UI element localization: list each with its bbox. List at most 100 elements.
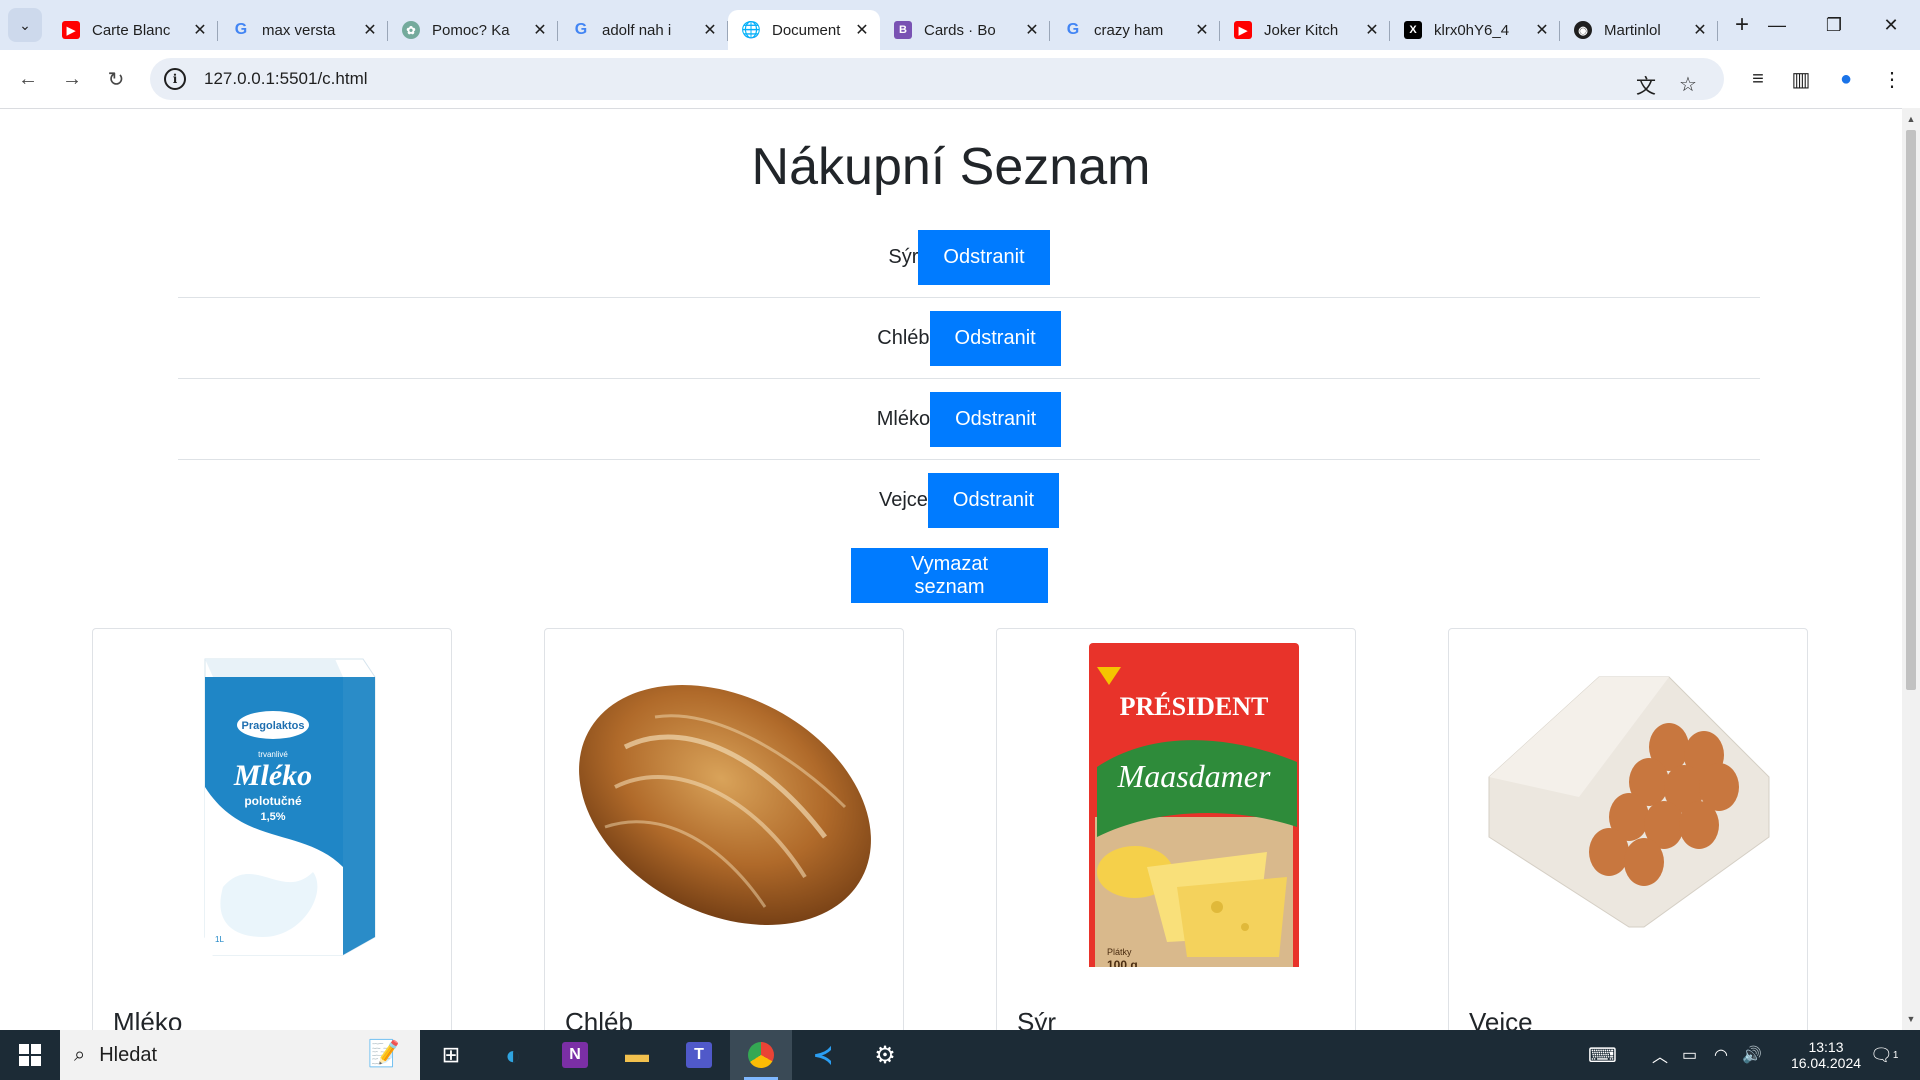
site-info-icon[interactable]: i (164, 68, 186, 90)
tab-strip: ⌄ ▶ Carte Blanc ✕ Gmax versta ✕ ✿ Pomoc? Ka ✕… (0, 0, 1920, 50)
search-highlight-icon: 📝 (367, 1038, 400, 1068)
svg-text:Maasdamer: Maasdamer (1117, 758, 1271, 794)
close-tab-icon[interactable]: ✕ (532, 20, 548, 40)
svg-text:Plátky: Plátky (1107, 947, 1132, 957)
battery-icon[interactable]: ▭ (1682, 1030, 1697, 1080)
minimize-icon: — (1768, 14, 1786, 35)
chevron-up-icon[interactable]: ︿ (1652, 1030, 1668, 1080)
globe-icon: 🌐 (741, 22, 761, 39)
remove-button[interactable]: Odstranit (927, 473, 1060, 528)
tab[interactable]: ▶ Joker Kitch ✕ (1220, 10, 1390, 50)
minimize-button[interactable]: — (1748, 0, 1806, 50)
close-tab-icon[interactable]: ✕ (1364, 20, 1380, 40)
start-button[interactable] (0, 1030, 60, 1080)
clock-time: 13:13 (1808, 1039, 1844, 1055)
wifi-icon[interactable]: ◠ (1714, 1030, 1728, 1080)
close-tab-icon[interactable]: ✕ (702, 20, 718, 40)
item-name: Chléb (877, 326, 930, 349)
taskbar-search[interactable]: ⌕ Hledat 📝 (60, 1030, 420, 1080)
side-panel-icon[interactable]: ▥ (1783, 61, 1819, 97)
page-viewport: Nákupní Seznam Sýr Odstranit Chléb Odstr… (0, 108, 1902, 1030)
svg-text:Pragolaktos: Pragolaktos (242, 720, 305, 732)
close-tab-icon[interactable]: ✕ (1024, 20, 1040, 40)
teams-icon: T (686, 1042, 712, 1068)
google-icon: G (234, 21, 248, 38)
taskbar-vscode[interactable]: ≺ (792, 1030, 854, 1080)
card-title: Vejce (1469, 1007, 1533, 1030)
profile-avatar-icon[interactable]: ● (1828, 61, 1864, 97)
restore-button[interactable]: ❐ (1805, 0, 1863, 50)
taskbar-settings[interactable]: ⚙ (854, 1030, 916, 1080)
notification-icon[interactable]: 🗨 1 (1870, 1030, 1898, 1080)
url-text[interactable]: 127.0.0.1:5501/c.html (204, 69, 368, 89)
scroll-down-icon[interactable]: ▼ (1902, 1010, 1920, 1028)
tab-title: Martinlol (1604, 21, 1661, 39)
tab[interactable]: Gmax versta ✕ (218, 10, 388, 50)
scroll-up-icon[interactable]: ▲ (1902, 110, 1920, 128)
taskbar-explorer[interactable]: ▬ (606, 1030, 668, 1080)
address-bar[interactable]: i 127.0.0.1:5501/c.html 文 ☆ (150, 58, 1724, 100)
forward-button[interactable]: → (54, 61, 90, 97)
menu-kebab-icon[interactable]: ⋮ (1874, 61, 1910, 97)
tab-title: klrx0hY6_4 (1434, 21, 1510, 39)
remove-button[interactable]: Odstranit (930, 391, 1062, 447)
svg-text:1L: 1L (215, 935, 224, 944)
close-tab-icon[interactable]: ✕ (1194, 20, 1210, 40)
bookmark-star-icon[interactable]: ☆ (1670, 66, 1706, 102)
youtube-icon: ▶ (62, 21, 80, 39)
tab-search-button[interactable]: ⌄ (8, 8, 42, 42)
bootstrap-icon: B (894, 21, 912, 39)
media-control-icon[interactable]: ≡ (1740, 61, 1776, 97)
tab[interactable]: ◉ Martinlol ✕ (1560, 10, 1718, 50)
svg-text:Mléko: Mléko (233, 759, 312, 792)
chatgpt-icon: ✿ (402, 21, 420, 39)
volume-icon[interactable]: 🔊 (1742, 1030, 1762, 1080)
tab[interactable]: B Cards · Bo ✕ (880, 10, 1050, 50)
back-button[interactable]: ← (10, 61, 46, 97)
tab[interactable]: Gadolf nah i ✕ (558, 10, 728, 50)
svg-text:trvanlivé: trvanlivé (258, 750, 288, 759)
egg-carton-image (1488, 676, 1770, 928)
list-item: Chléb Odstranit (178, 298, 1760, 379)
tab-title: Document (772, 21, 841, 39)
chevron-down-icon: ⌄ (19, 16, 31, 33)
translate-icon[interactable]: 文 (1628, 66, 1664, 102)
taskbar-teams[interactable]: T (668, 1030, 730, 1080)
remove-button[interactable]: Odstranit (918, 229, 1050, 285)
close-tab-icon[interactable]: ✕ (362, 20, 378, 40)
scrollbar-thumb[interactable] (1906, 130, 1916, 690)
taskbar-chrome[interactable] (730, 1030, 792, 1080)
close-window-button[interactable]: ✕ (1862, 0, 1920, 50)
tab[interactable]: ✿ Pomoc? Ka ✕ (388, 10, 558, 50)
reload-icon: ↻ (107, 68, 125, 91)
clock-date: 16.04.2024 (1790, 1055, 1862, 1071)
taskbar-onenote[interactable]: N (544, 1030, 606, 1080)
list-item: Vejce Odstranit (178, 460, 1760, 541)
tab[interactable]: Gcrazy ham ✕ (1050, 10, 1220, 50)
tab-title: Joker Kitch (1264, 21, 1339, 39)
close-tab-icon[interactable]: ✕ (1692, 20, 1708, 40)
close-tab-icon[interactable]: ✕ (854, 20, 870, 40)
browser-toolbar: ← → ↻ i 127.0.0.1:5501/c.html 文 ☆ ≡ ▥ ● … (0, 50, 1920, 108)
page-scrollbar[interactable]: ▲ ▼ (1902, 108, 1920, 1030)
svg-text:PRÉSIDENT: PRÉSIDENT (1120, 692, 1269, 721)
clear-list-button[interactable]: Vymazat seznam (851, 548, 1048, 603)
card-title: Mléko (113, 1007, 183, 1030)
arrow-right-icon: → (62, 67, 82, 90)
youtube-icon: ▶ (1234, 21, 1252, 39)
bread-loaf-image (579, 685, 871, 925)
clock[interactable]: 13:13 16.04.2024 (1776, 1030, 1876, 1080)
card-title: Chléb (565, 1007, 633, 1030)
tab-active[interactable]: 🌐 Document ✕ (728, 10, 880, 50)
keyboard-layout-icon[interactable]: ⌨ (1588, 1030, 1617, 1080)
reload-button[interactable]: ↻ (98, 61, 134, 97)
task-view-button[interactable]: ⊞ (420, 1030, 482, 1080)
tab[interactable]: Xklrx0hY6_4 ✕ (1390, 10, 1560, 50)
close-tab-icon[interactable]: ✕ (1534, 20, 1550, 40)
taskbar-edge[interactable]: ◐ (482, 1030, 544, 1080)
tab-title: Pomoc? Ka (432, 21, 510, 39)
task-view-icon: ⊞ (441, 1042, 461, 1067)
close-tab-icon[interactable]: ✕ (192, 20, 208, 40)
tab[interactable]: ▶ Carte Blanc ✕ (48, 10, 218, 50)
remove-button[interactable]: Odstranit (929, 310, 1061, 366)
